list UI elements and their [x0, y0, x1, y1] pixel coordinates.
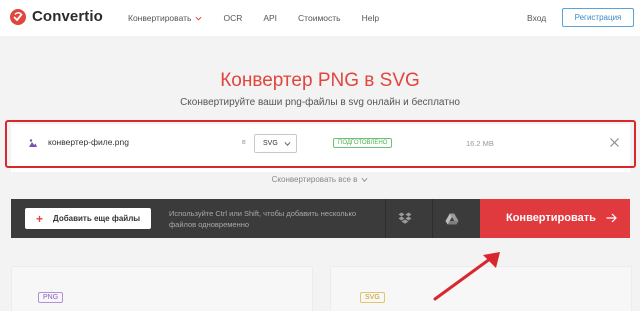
nav-help[interactable]: Help: [362, 13, 379, 23]
convert-all-dropdown[interactable]: Сконвертировать все в: [0, 175, 640, 184]
action-bar: + Добавить еще файлы Используйте Ctrl ил…: [11, 199, 630, 238]
logo[interactable]: Convertio: [10, 8, 103, 25]
add-files-label: Добавить еще файлы: [53, 214, 141, 223]
dropbox-icon: [398, 212, 412, 224]
add-files-button[interactable]: + Добавить еще файлы: [25, 208, 151, 229]
convert-all-label: Сконвертировать все в: [271, 175, 358, 184]
chevron-down-icon: [195, 16, 202, 21]
arrow-right-icon: [606, 213, 617, 223]
chevron-down-icon: [361, 177, 368, 182]
convertio-logo-icon: [10, 8, 26, 25]
plus-icon: +: [36, 211, 44, 226]
nav-api-label: API: [263, 13, 278, 23]
register-button[interactable]: Регистрация: [562, 8, 634, 27]
source-format-badge: PNG: [38, 292, 64, 303]
main-nav: Конвертировать OCR API Стоимость Help: [128, 0, 400, 36]
highlight-annotation: [5, 120, 636, 168]
login-link[interactable]: Вход: [527, 13, 546, 23]
source-format-card: PNG: [11, 266, 313, 311]
annotation-arrow: [433, 252, 500, 301]
nav-convert[interactable]: Конвертировать: [128, 13, 202, 23]
header: Convertio Конвертировать OCR API Стоимос…: [0, 0, 640, 36]
nav-api[interactable]: API: [263, 13, 277, 23]
nav-pricing-label: Стоимость: [298, 13, 341, 23]
page-title: Конвертер PNG в SVG: [220, 70, 420, 91]
target-format-badge: SVG: [360, 292, 385, 303]
convert-button-label: Конвертировать: [506, 212, 596, 224]
nav-help-label: Help: [361, 13, 380, 23]
dropbox-button[interactable]: [385, 199, 424, 238]
logo-text: Convertio: [32, 8, 103, 25]
nav-convert-label: Конвертировать: [128, 13, 192, 23]
nav-ocr[interactable]: OCR: [223, 13, 242, 23]
google-drive-button[interactable]: [432, 199, 471, 238]
nav-ocr-label: OCR: [223, 13, 243, 23]
page-subtitle: Сконвертируйте ваши png-файлы в svg онла…: [180, 97, 460, 108]
convert-button[interactable]: Конвертировать: [480, 199, 630, 238]
nav-pricing[interactable]: Стоимость: [298, 13, 341, 23]
google-drive-icon: [445, 213, 459, 224]
multi-select-hint: Используйте Ctrl или Shift, чтобы добави…: [169, 209, 357, 229]
